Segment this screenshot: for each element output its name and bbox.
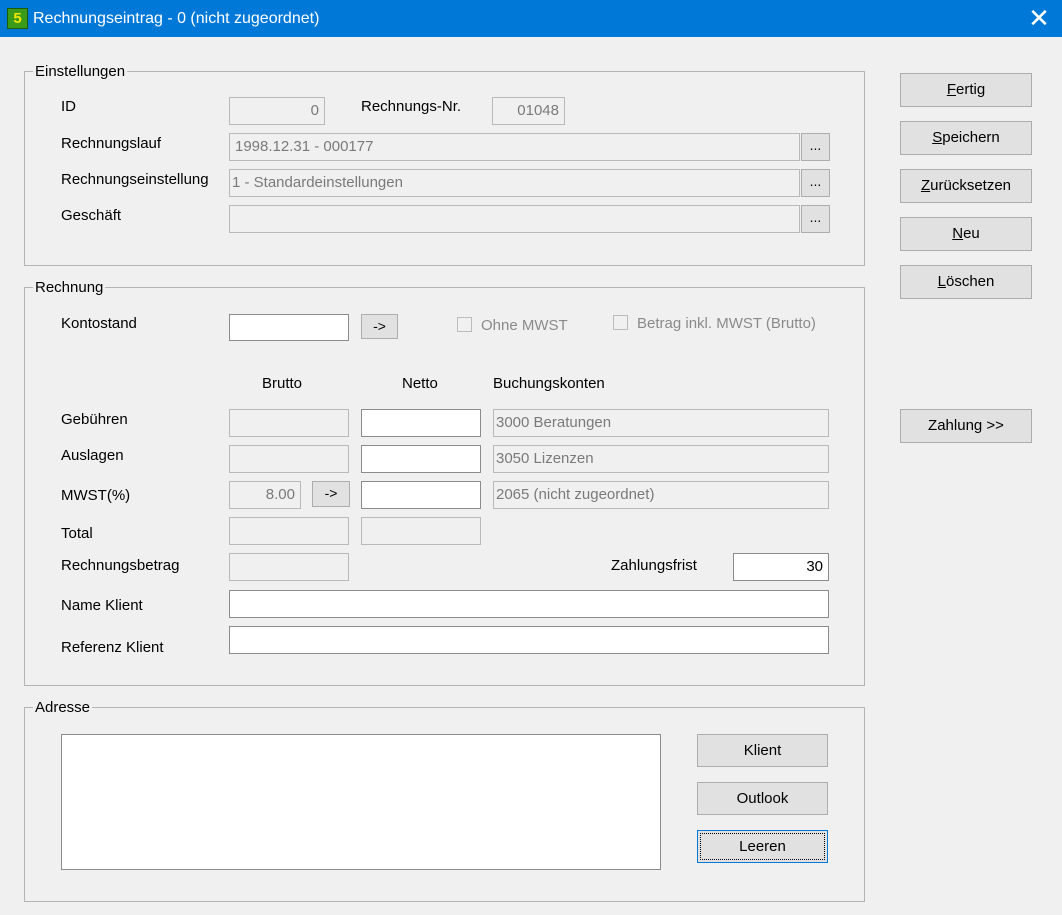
- neu-button[interactable]: Neu: [900, 217, 1032, 251]
- loeschen-button[interactable]: Löschen: [900, 265, 1032, 299]
- betrag-inkl-mwst-label: Betrag inkl. MWST (Brutto): [637, 315, 816, 332]
- auslagen-label: Auslagen: [61, 447, 124, 464]
- zahlungsfrist-label: Zahlungsfrist: [611, 557, 697, 574]
- mwst-percent-field[interactable]: 8.00: [229, 481, 301, 509]
- rechnung-group-label: Rechnung: [33, 279, 106, 297]
- rechnungslauf-label: Rechnungslauf: [61, 135, 162, 152]
- address-textarea[interactable]: [61, 734, 661, 870]
- leeren-button[interactable]: Leeren: [697, 830, 828, 863]
- gebuehren-label: Gebühren: [61, 411, 128, 428]
- rechnungsbetrag-field[interactable]: [229, 553, 349, 581]
- column-netto: Netto: [402, 375, 438, 392]
- rechnungseinstellung-field[interactable]: 1 - Standardeinstellungen: [229, 169, 800, 197]
- window-title: Rechnungseintrag - 0 (nicht zugeordnet): [33, 10, 320, 27]
- app-icon: 5: [7, 8, 28, 29]
- rechnungslauf-field[interactable]: 1998.12.31 - 000177: [229, 133, 800, 161]
- id-field[interactable]: 0: [229, 97, 325, 125]
- rechnungsbetrag-label: Rechnungsbetrag: [61, 557, 180, 574]
- auslagen-netto-input[interactable]: [361, 445, 481, 473]
- speichern-label: peichern: [942, 129, 1000, 146]
- mwst-konto-field[interactable]: 2065 (nicht zugeordnet): [493, 481, 829, 509]
- column-buchungskonten: Buchungskonten: [493, 375, 605, 392]
- rechnungs-nr-label: Rechnungs-Nr.: [361, 98, 462, 115]
- geschaeft-field[interactable]: [229, 205, 800, 233]
- klient-button[interactable]: Klient: [697, 734, 828, 767]
- name-klient-label: Name Klient: [61, 597, 143, 614]
- close-button[interactable]: ✕: [1016, 0, 1062, 37]
- rechnungslauf-browse-button[interactable]: ...: [801, 133, 830, 161]
- gebuehren-brutto-field[interactable]: [229, 409, 349, 437]
- geschaeft-label: Geschäft: [61, 207, 122, 224]
- speichern-accesskey: S: [932, 129, 943, 146]
- geschaeft-browse-button[interactable]: ...: [801, 205, 830, 233]
- zuruecksetzen-accesskey: Z: [920, 177, 931, 194]
- referenz-klient-input[interactable]: [229, 626, 829, 654]
- einstellungen-group-label: Einstellungen: [33, 63, 128, 81]
- gebuehren-konto-field[interactable]: 3000 Beratungen: [493, 409, 829, 437]
- mwst-arrow-button[interactable]: ->: [312, 481, 350, 507]
- ohne-mwst-label: Ohne MWST: [481, 317, 568, 334]
- zahlungsfrist-input[interactable]: 30: [733, 553, 829, 581]
- name-klient-input[interactable]: [229, 590, 829, 618]
- loeschen-label: öschen: [945, 273, 995, 290]
- zahlung-button[interactable]: Zahlung >>: [900, 409, 1032, 443]
- gebuehren-netto-input[interactable]: [361, 409, 481, 437]
- betrag-inkl-mwst-checkbox[interactable]: [613, 315, 628, 330]
- kontostand-input[interactable]: [229, 314, 349, 341]
- fertig-button[interactable]: Fertig: [900, 73, 1032, 107]
- total-label: Total: [61, 525, 93, 542]
- fertig-accesskey: F: [946, 81, 956, 98]
- auslagen-konto-field[interactable]: 3050 Lizenzen: [493, 445, 829, 473]
- mwst-netto-input[interactable]: [361, 481, 481, 509]
- column-brutto: Brutto: [262, 375, 303, 392]
- kontostand-label: Kontostand: [61, 315, 137, 332]
- total-brutto-field[interactable]: [229, 517, 349, 545]
- kontostand-arrow-button[interactable]: ->: [361, 314, 398, 339]
- zuruecksetzen-label: urücksetzen: [930, 177, 1012, 194]
- fertig-label: ertig: [955, 81, 986, 98]
- outlook-button[interactable]: Outlook: [697, 782, 828, 815]
- rechnungseinstellung-label: Rechnungseinstellung: [61, 171, 209, 188]
- speichern-button[interactable]: Speichern: [900, 121, 1032, 155]
- total-netto-field[interactable]: [361, 517, 481, 545]
- auslagen-brutto-field[interactable]: [229, 445, 349, 473]
- neu-label: eu: [963, 225, 980, 242]
- referenz-klient-label: Referenz Klient: [61, 639, 164, 656]
- ohne-mwst-checkbox[interactable]: [457, 317, 472, 332]
- mwst-label: MWST(%): [61, 487, 131, 504]
- rechnungs-nr-field[interactable]: 01048: [492, 97, 565, 125]
- rechnungseinstellung-browse-button[interactable]: ...: [801, 169, 830, 197]
- zuruecksetzen-button[interactable]: Zurücksetzen: [900, 169, 1032, 203]
- loeschen-accesskey: L: [937, 273, 946, 290]
- id-label: ID: [61, 98, 76, 115]
- neu-accesskey: N: [952, 225, 964, 242]
- adresse-group-label: Adresse: [33, 699, 93, 717]
